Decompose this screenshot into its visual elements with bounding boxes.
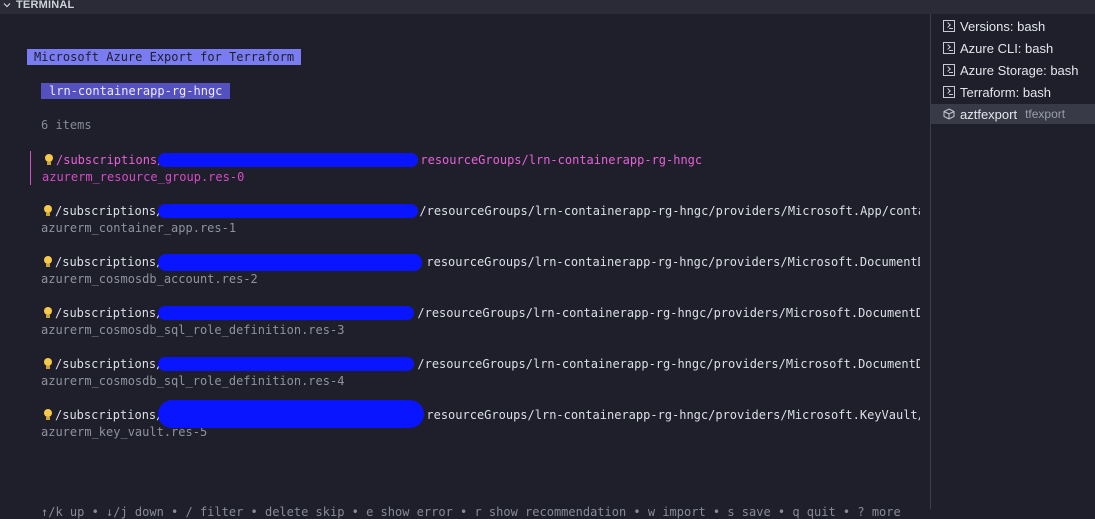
resource-name: azurerm_resource_group.res-0 <box>42 170 245 184</box>
terminal-item-aztfexport[interactable]: aztfexport tfexport <box>931 104 1095 124</box>
terminal-item-label: Versions: bash <box>960 18 1046 34</box>
terminal-list: Versions: bash Azure CLI: bash Azure Sto… <box>931 14 1095 509</box>
redaction-mark <box>158 204 418 218</box>
redaction-mark <box>158 306 414 320</box>
chevron-down-icon[interactable] <box>2 0 12 10</box>
terminal-icon <box>943 42 955 54</box>
panel-header: TERMINAL <box>0 0 1095 14</box>
lightbulb-icon <box>43 307 53 319</box>
redaction-mark <box>158 357 414 371</box>
resource-name: azurerm_cosmosdb_sql_role_definition.res… <box>41 374 345 388</box>
lightbulb-icon <box>43 256 53 268</box>
terminal-icon <box>943 20 955 32</box>
terminal-item-sublabel: tfexport <box>1025 107 1066 121</box>
item-count: 6 items <box>41 118 92 132</box>
panel-title: TERMINAL <box>16 0 75 11</box>
resource-name: azurerm_cosmosdb_account.res-2 <box>41 272 258 286</box>
cube-icon <box>943 108 955 120</box>
lightbulb-icon <box>44 154 54 166</box>
help-bar: ↑/k up • ↓/j down • / filter • delete sk… <box>41 505 901 519</box>
resource-name: azurerm_container_app.res-1 <box>41 221 237 235</box>
terminal-item-azure-cli[interactable]: Azure CLI: bash <box>943 38 1053 58</box>
lightbulb-icon <box>43 358 53 370</box>
terminal-output[interactable]: Microsoft Azure Export for Terraform lrn… <box>0 14 930 519</box>
terminal-item-label: aztfexport <box>960 106 1018 122</box>
redaction-mark <box>158 153 418 167</box>
terminal-icon <box>943 64 955 76</box>
terminal-item-label: Azure Storage: bash <box>960 62 1079 78</box>
redaction-mark <box>158 400 424 428</box>
redaction-mark <box>158 254 422 271</box>
terminal-item-azure-storage[interactable]: Azure Storage: bash <box>943 60 1079 80</box>
lightbulb-icon <box>43 205 53 217</box>
lightbulb-icon <box>43 409 53 421</box>
terminal-item-label: Azure CLI: bash <box>960 40 1054 56</box>
resource-group-badge: lrn-containerapp-rg-hngc <box>41 83 231 99</box>
panel-title-tab[interactable]: TERMINAL <box>2 0 74 13</box>
resource-name: azurerm_cosmosdb_sql_role_definition.res… <box>41 323 345 337</box>
terminal-item-terraform[interactable]: Terraform: bash <box>943 82 1051 102</box>
app-title-badge: Microsoft Azure Export for Terraform <box>27 49 302 65</box>
terminal-icon <box>943 86 955 98</box>
terminal-item-versions[interactable]: Versions: bash <box>943 16 1045 36</box>
terminal-item-label: Terraform: bash <box>960 84 1052 100</box>
